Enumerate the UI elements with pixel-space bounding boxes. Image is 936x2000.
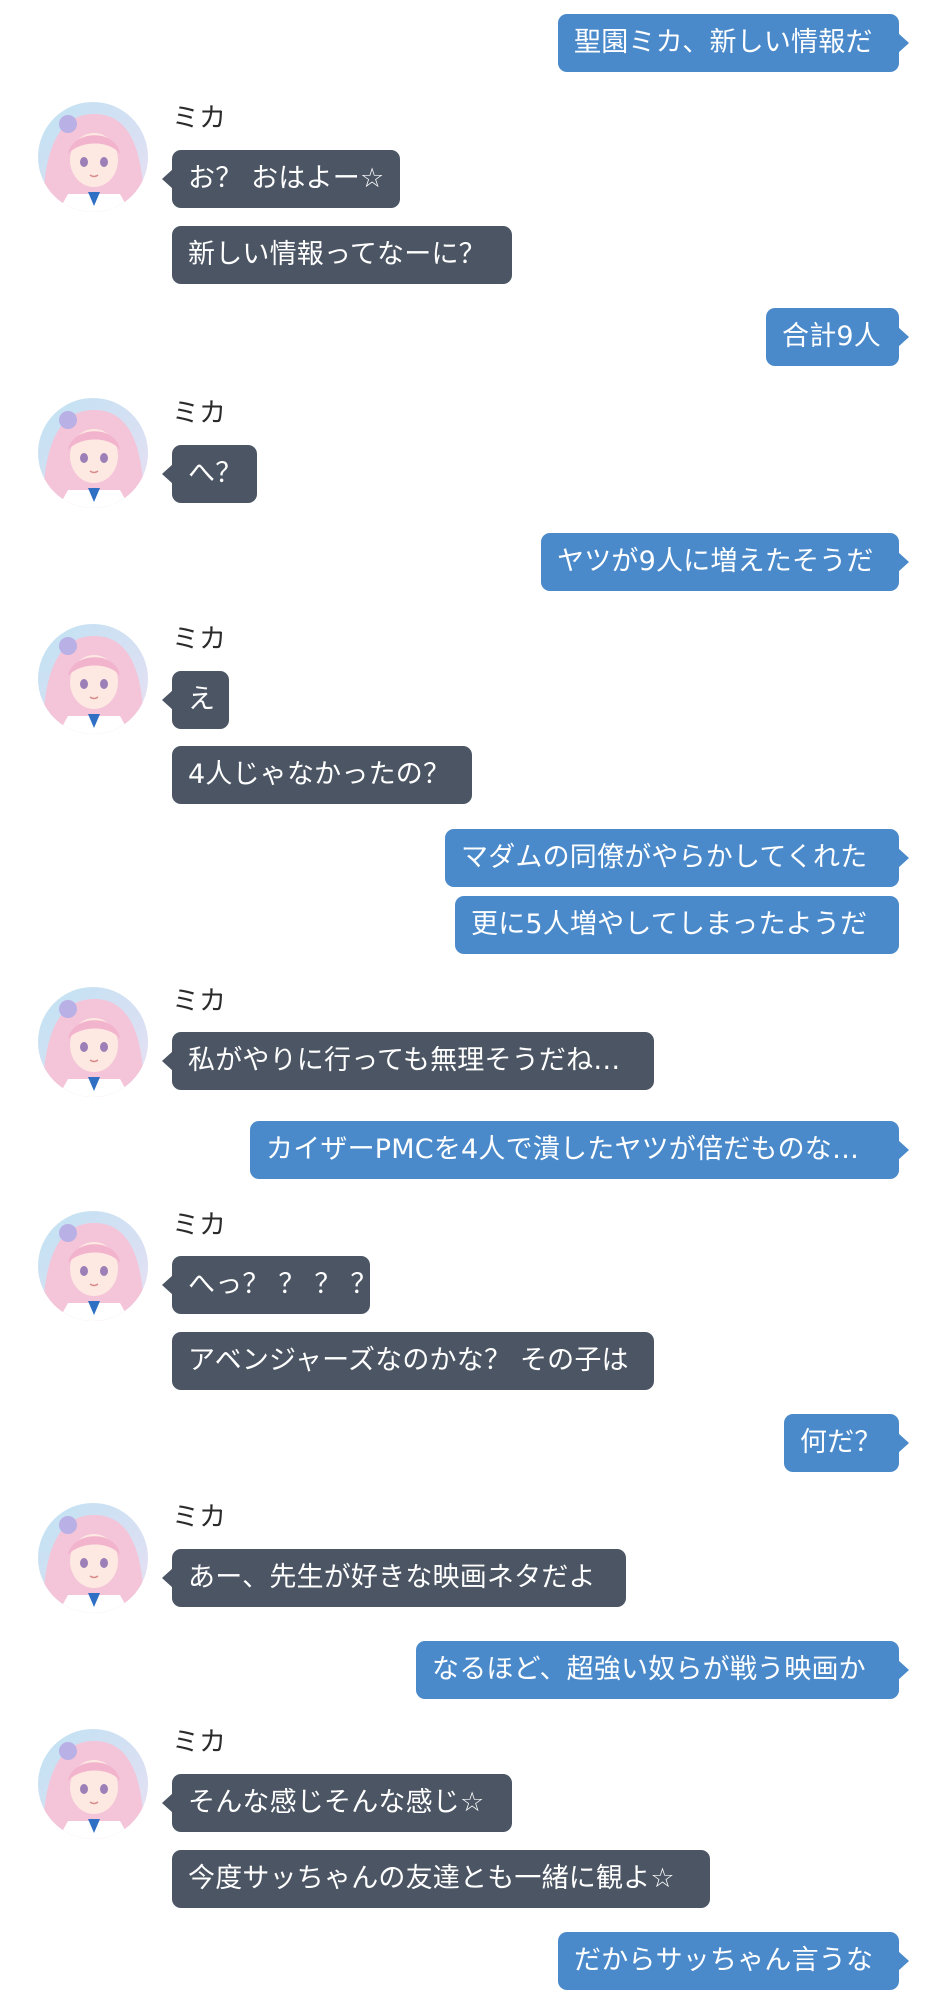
- sender-name: ミカ: [172, 103, 226, 134]
- received-message-bubble: あー、先生が好きな映画ネタだよ: [162, 1549, 626, 1607]
- received-message-bubble: アベンジャーズなのかな？ その子は: [172, 1332, 654, 1390]
- sender-name: ミカ: [172, 398, 226, 429]
- character-avatar-icon: [38, 398, 148, 508]
- sent-message-bubble: だからサッちゃん言うな: [558, 1932, 909, 1990]
- received-message-bubble: 今度サッちゃんの友達とも一緒に観よ☆: [172, 1850, 710, 1908]
- sender-name: ミカ: [172, 1210, 226, 1241]
- sender-name: ミカ: [172, 986, 226, 1017]
- received-message-bubble: 4人じゃなかったの？: [172, 746, 472, 804]
- character-avatar-icon: [38, 624, 148, 734]
- sent-message-bubble: カイザーPMCを4人で潰したヤツが倍だものな…: [250, 1121, 909, 1179]
- sent-message-bubble: マダムの同僚がやらかしてくれた: [445, 829, 909, 887]
- sent-message-bubble: なるほど、超強い奴らが戦う映画か: [416, 1641, 909, 1699]
- sender-name: ミカ: [172, 1727, 226, 1758]
- character-avatar-icon: [38, 1729, 148, 1839]
- received-message-bubble: え: [162, 671, 229, 729]
- character-avatar-icon: [38, 987, 148, 1097]
- character-avatar-icon: [38, 1211, 148, 1321]
- sent-message-bubble: 何だ？: [784, 1414, 909, 1472]
- character-avatar-icon: [38, 102, 148, 212]
- sent-message-bubble: 合計9人: [766, 308, 909, 366]
- character-avatar-icon: [38, 1503, 148, 1613]
- sent-message-bubble: 聖園ミカ、新しい情報だ: [558, 14, 909, 72]
- received-message-bubble: へ？: [162, 445, 257, 503]
- received-message-bubble: お？ おはよー☆: [162, 150, 400, 208]
- sent-message-bubble: ヤツが9人に増えたそうだ: [541, 533, 909, 591]
- received-message-bubble: そんな感じそんな感じ☆: [162, 1774, 512, 1832]
- sender-name: ミカ: [172, 1502, 226, 1533]
- sent-message-bubble: 更に5人増やしてしまったようだ: [455, 896, 899, 954]
- received-message-bubble: へっ？ ？ ？ ？: [162, 1256, 377, 1314]
- received-message-bubble: 私がやりに行っても無理そうだね…: [162, 1032, 654, 1090]
- received-message-bubble: 新しい情報ってなーに？: [172, 226, 512, 284]
- chat-log: 聖園ミカ、新しい情報だ ミカ お？ おはよー☆ 新しい情報ってなーに？ 合計9人: [0, 0, 936, 2000]
- sender-name: ミカ: [172, 624, 226, 655]
